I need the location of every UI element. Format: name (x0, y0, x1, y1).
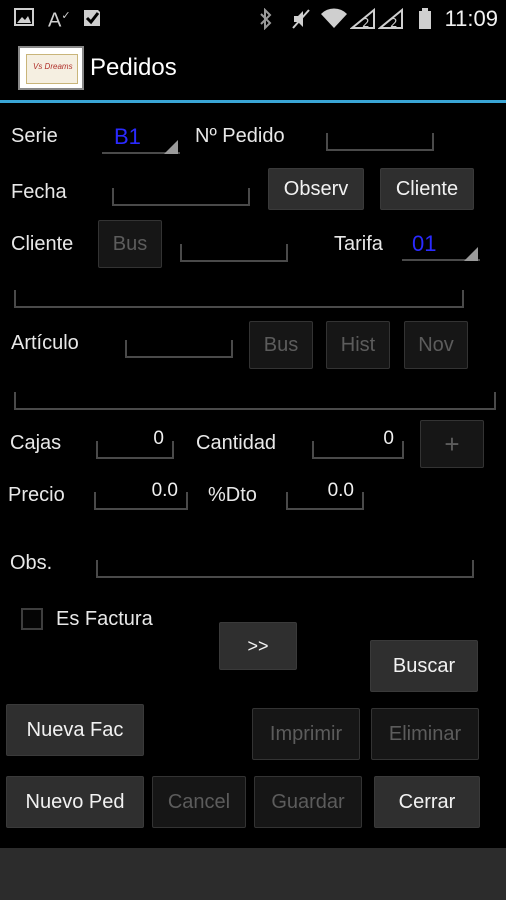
cliente-nombre-field[interactable] (14, 290, 464, 308)
spinner-arrow-icon (164, 140, 178, 154)
wifi-icon (320, 8, 348, 34)
cliente-button[interactable]: Cliente (380, 168, 474, 210)
spinner-arrow-icon (464, 247, 478, 261)
cancel-button[interactable]: Cancel (152, 776, 246, 828)
svg-text:2: 2 (362, 16, 370, 30)
dto-value: 0.0 (327, 480, 354, 501)
svg-text:2: 2 (390, 16, 398, 30)
cliente-label: Cliente (11, 233, 74, 255)
text-icon: A✓ (48, 9, 71, 32)
signal-icon: 2 (349, 7, 376, 34)
imprimir-button[interactable]: Imprimir (252, 708, 360, 760)
eliminar-button[interactable]: Eliminar (371, 708, 479, 760)
articulo-field[interactable] (125, 340, 233, 358)
bottom-bar (0, 848, 506, 900)
precio-value: 0.0 (151, 480, 178, 501)
observ-button[interactable]: Observ (268, 168, 364, 210)
cajas-value: 0 (153, 428, 164, 449)
fecha-field[interactable] (112, 188, 250, 206)
cliente-bus-button[interactable]: Bus (98, 220, 162, 268)
articulo-descripcion-field[interactable] (14, 392, 496, 410)
status-bar: A✓ 2 2 11:09 (0, 0, 506, 36)
nuevo-ped-button[interactable]: Nuevo Ped (6, 776, 144, 828)
nueva-fac-button[interactable]: Nueva Fac (6, 704, 144, 756)
image-icon (14, 8, 34, 30)
next-button[interactable]: >> (219, 622, 297, 670)
action-bar: Vs Dreams Pedidos (0, 36, 506, 100)
cantidad-value: 0 (383, 428, 394, 449)
signal-2-icon: 2 (377, 7, 404, 34)
clock: 11:09 (444, 6, 498, 31)
add-line-button[interactable]: + (420, 420, 484, 468)
app-logo[interactable]: Vs Dreams (18, 46, 84, 90)
articulo-label: Artículo (11, 332, 79, 354)
tarifa-label: Tarifa (334, 233, 383, 255)
es-factura-checkbox[interactable] (21, 608, 43, 630)
fecha-label: Fecha (11, 181, 67, 203)
nov-button[interactable]: Nov (404, 321, 468, 369)
page-title: Pedidos (90, 54, 177, 81)
action-bar-divider (0, 100, 506, 103)
articulo-bus-button[interactable]: Bus (249, 321, 313, 369)
pedido-field[interactable] (326, 133, 434, 151)
hist-button[interactable]: Hist (326, 321, 390, 369)
guardar-button[interactable]: Guardar (254, 776, 362, 828)
dto-label: %Dto (208, 484, 257, 506)
obs-field[interactable] (96, 560, 474, 578)
obs-label: Obs. (10, 552, 53, 574)
battery-icon (418, 8, 432, 34)
cerrar-button[interactable]: Cerrar (374, 776, 480, 828)
cajas-label: Cajas (10, 432, 62, 454)
mute-icon (290, 8, 312, 34)
cliente-field[interactable] (180, 244, 288, 262)
cantidad-label: Cantidad (196, 432, 277, 454)
precio-label: Precio (8, 484, 65, 506)
serie-spinner[interactable]: B1 (102, 120, 180, 156)
bluetooth-icon (258, 7, 274, 34)
tarifa-spinner[interactable]: 01 (402, 228, 480, 264)
pedido-label: Nº Pedido (195, 125, 285, 147)
buscar-button[interactable]: Buscar (370, 640, 478, 692)
es-factura-label: Es Factura (56, 608, 153, 630)
checkbox-icon (82, 8, 102, 32)
serie-label: Serie (11, 125, 58, 147)
logo-text: Vs Dreams (33, 62, 73, 71)
